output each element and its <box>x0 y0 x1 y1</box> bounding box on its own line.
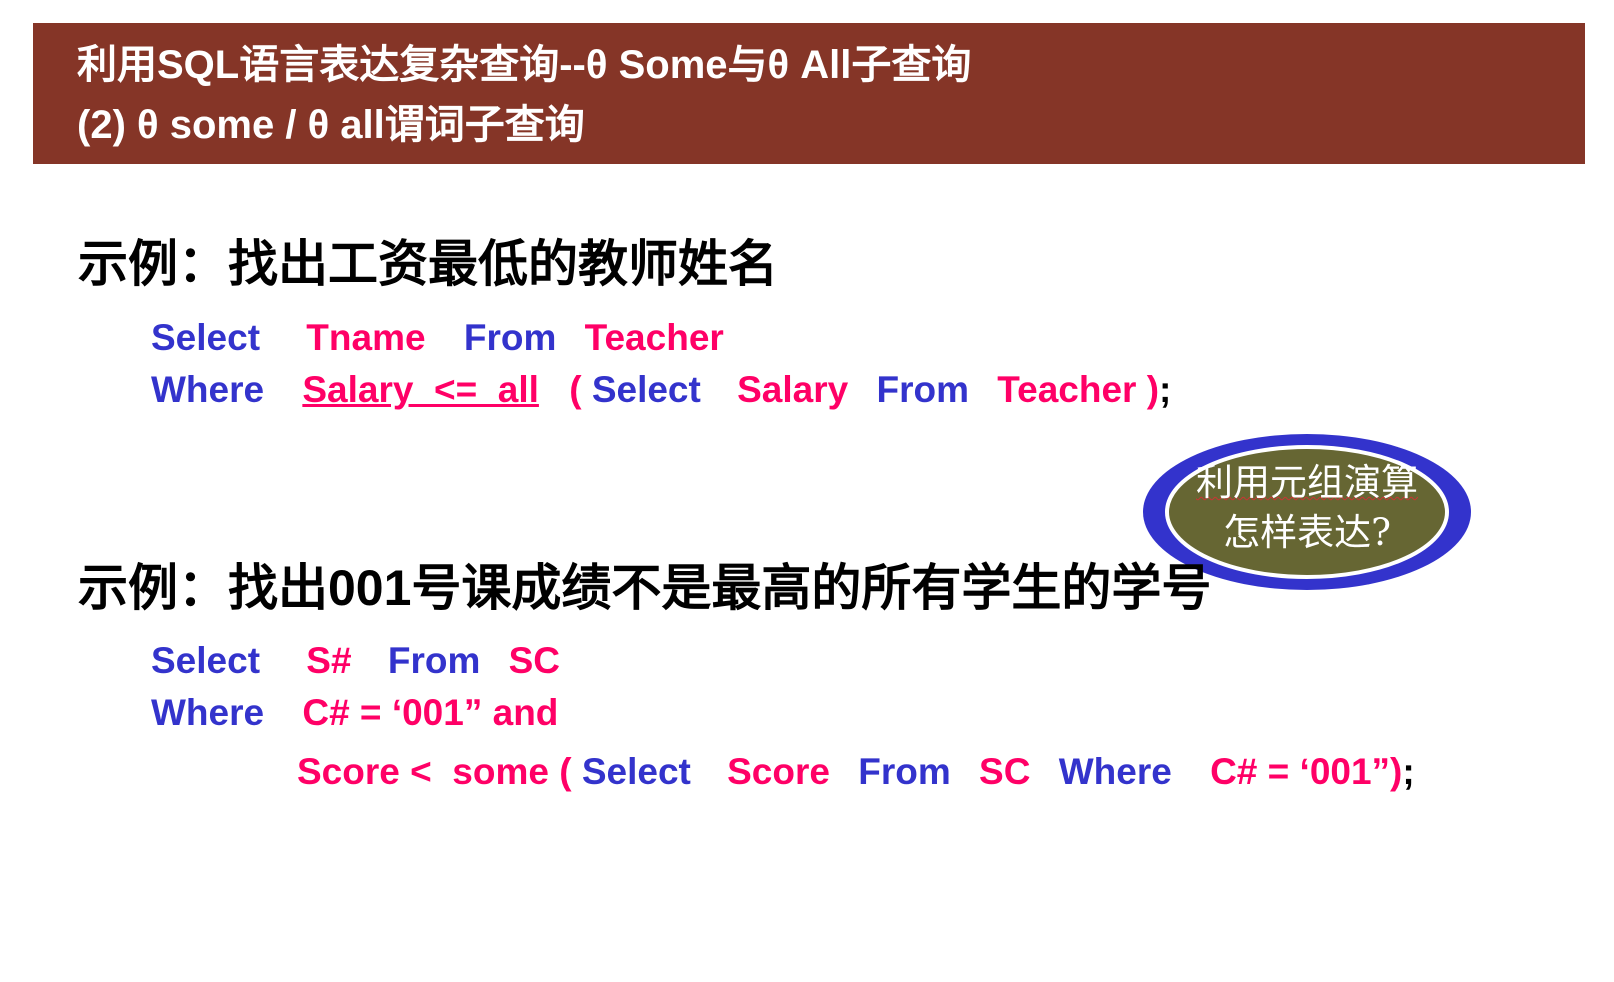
cond-cno: C# = ‘001” and <box>302 692 559 733</box>
kw-from-sub: From <box>858 751 951 792</box>
example1-row2: Where Salary <= all ( Select Salary From… <box>151 368 1171 412</box>
kw-where: Where <box>151 369 265 410</box>
example1-row1: Select Tname From Teacher <box>151 316 724 360</box>
cond-score-some: Score < some ( <box>297 751 572 792</box>
example2-title: 示例：找出001号课成绩不是最高的所有学生的学号 <box>78 560 1212 616</box>
col-tname: Tname <box>306 317 426 358</box>
example2-row1: Select S# From SC <box>151 639 560 683</box>
bubble-line1: 利用元组演算 <box>1196 461 1418 504</box>
kw-from: From <box>387 640 481 681</box>
kw-select-sub: Select <box>591 369 701 410</box>
header-title: 利用SQL语言表达复杂查询--θ Some与θ All子查询 <box>77 43 972 87</box>
example1-title: 示例：找出工资最低的教师姓名 <box>78 236 778 292</box>
header-subtitle: (2) θ some / θ all谓词子查询 <box>77 103 585 147</box>
table-teacher-sub: Teacher ) <box>997 369 1160 410</box>
cond-salary-all: Salary <= all <box>302 369 539 410</box>
table-sc-sub: SC <box>979 751 1031 792</box>
slide-header: 利用SQL语言表达复杂查询--θ Some与θ All子查询 (2) θ som… <box>33 23 1585 164</box>
semicolon: ; <box>1159 369 1172 410</box>
bubble-text: 利用元组演算 怎样表达? <box>1141 458 1473 558</box>
table-sc: SC <box>508 640 561 681</box>
col-salary: Salary <box>737 369 849 410</box>
col-score: Score <box>727 751 830 792</box>
cond-cno-sub: C# = ‘001”) <box>1210 751 1403 792</box>
open-paren: ( <box>569 369 582 410</box>
kw-select: Select <box>151 640 261 681</box>
example2-row2: Where C# = ‘001” and <box>151 691 558 735</box>
col-sno: S# <box>306 640 352 681</box>
semicolon: ; <box>1402 751 1415 792</box>
kw-select-sub: Select <box>581 751 691 792</box>
bubble-line2: 怎样表达? <box>1223 511 1391 554</box>
kw-where: Where <box>151 692 265 733</box>
table-teacher: Teacher <box>584 317 724 358</box>
kw-select: Select <box>151 317 261 358</box>
kw-from: From <box>463 317 557 358</box>
kw-where-sub: Where <box>1058 751 1172 792</box>
kw-from-sub: From <box>876 369 969 410</box>
example2-row3: Score < some ( Select Score From SC Wher… <box>297 750 1415 794</box>
